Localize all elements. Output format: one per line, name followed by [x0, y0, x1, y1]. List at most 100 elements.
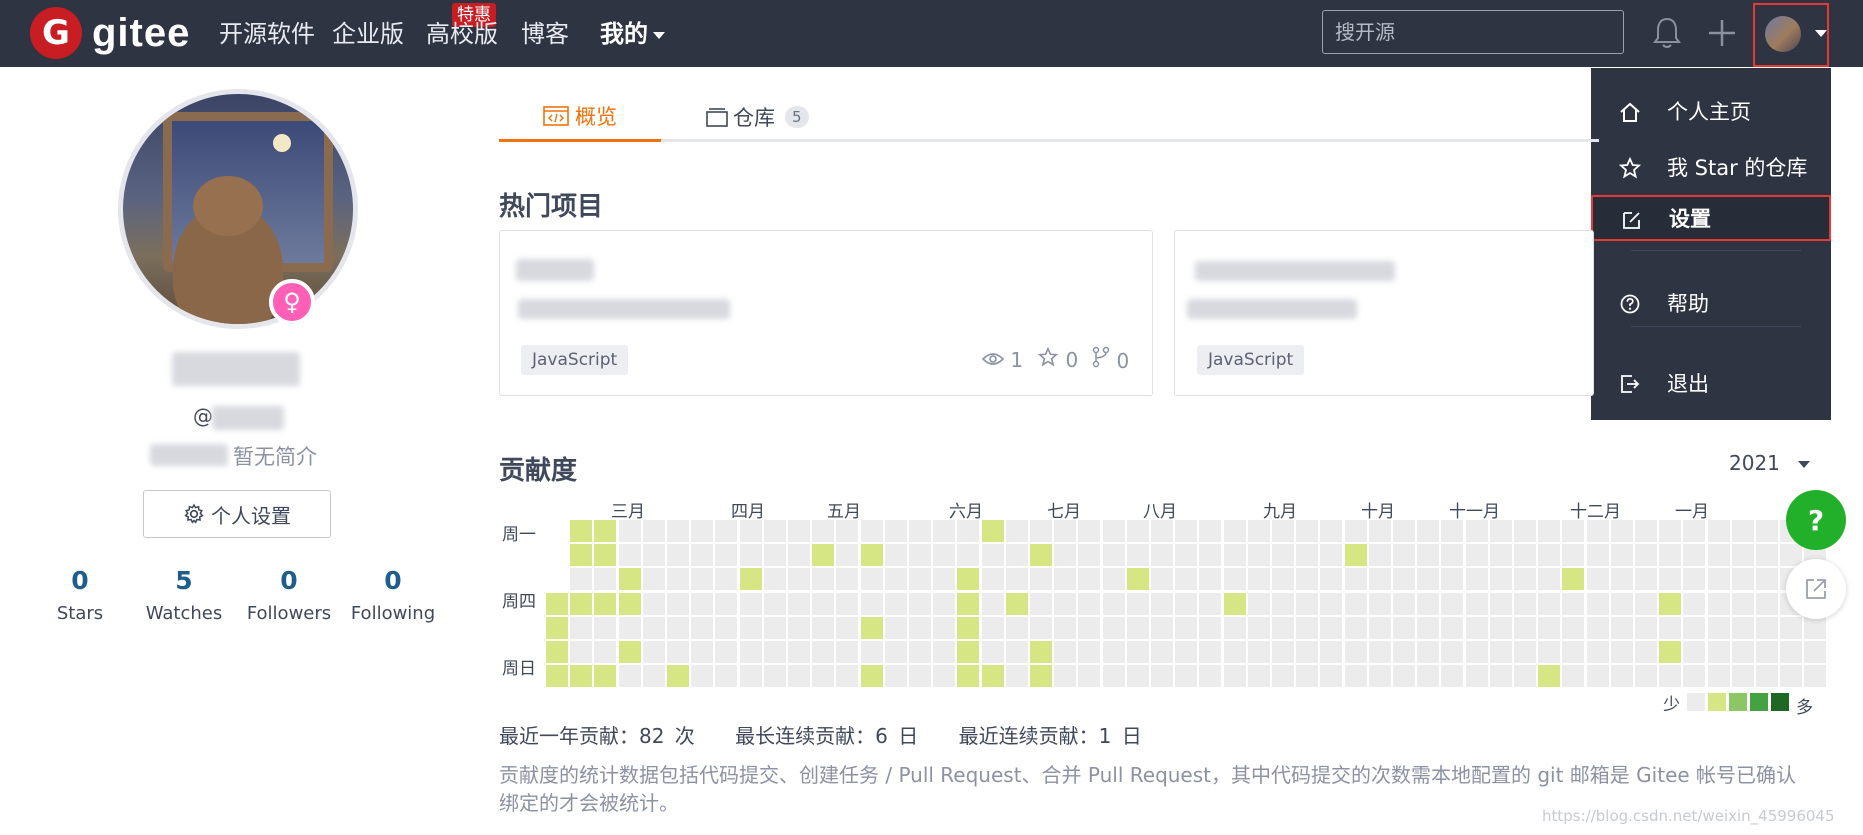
- contribution-cell[interactable]: [1102, 665, 1125, 688]
- contribution-cell[interactable]: [715, 665, 738, 688]
- contribution-cell[interactable]: [1320, 544, 1343, 567]
- stat-followers[interactable]: 0 Followers: [237, 565, 341, 624]
- contribution-cell[interactable]: [1368, 592, 1391, 615]
- contribution-cell[interactable]: [1296, 544, 1319, 567]
- contribution-cell[interactable]: [1756, 616, 1778, 639]
- contribution-cell[interactable]: [1635, 641, 1657, 663]
- contribution-cell[interactable]: [1441, 568, 1464, 591]
- contribution-cell[interactable]: [1344, 568, 1367, 591]
- contribution-cell[interactable]: [1272, 520, 1294, 542]
- contribution-cell[interactable]: [691, 568, 714, 591]
- menu-item-homepage[interactable]: 个人主页: [1591, 86, 1831, 136]
- contribution-cell[interactable]: [836, 665, 859, 688]
- plus-icon[interactable]: [1707, 18, 1737, 48]
- contribution-cell[interactable]: [570, 665, 593, 688]
- contribution-cell[interactable]: [739, 520, 762, 542]
- contribution-cell[interactable]: [1393, 592, 1415, 615]
- contribution-cell[interactable]: [1804, 616, 1827, 639]
- contribution-cell[interactable]: [1102, 592, 1125, 615]
- contribution-cell[interactable]: [1054, 616, 1077, 639]
- contribution-cell[interactable]: [1514, 544, 1536, 567]
- contribution-cell[interactable]: [1102, 568, 1125, 591]
- contribution-cell[interactable]: [1562, 616, 1585, 639]
- contribution-cell[interactable]: [1417, 520, 1440, 542]
- contribution-cell[interactable]: [1175, 641, 1198, 663]
- contribution-cell[interactable]: [933, 665, 956, 688]
- contribution-cell[interactable]: [1175, 544, 1198, 567]
- contribution-cell[interactable]: [763, 544, 786, 567]
- contribution-cell[interactable]: [1126, 544, 1149, 567]
- contribution-cell[interactable]: [691, 665, 714, 688]
- contribution-cell[interactable]: [1005, 544, 1028, 567]
- contribution-cell[interactable]: [1731, 665, 1754, 688]
- contribution-cell[interactable]: [860, 641, 883, 663]
- contribution-cell[interactable]: [1756, 520, 1778, 542]
- contribution-cell[interactable]: [667, 520, 689, 542]
- contribution-cell[interactable]: [1465, 568, 1488, 591]
- project-card[interactable]: JavaScript: [1174, 230, 1594, 396]
- contribution-cell[interactable]: [1102, 520, 1125, 542]
- contribution-cell[interactable]: [1175, 568, 1198, 591]
- contribution-cell[interactable]: [1102, 616, 1125, 639]
- contribution-cell[interactable]: [642, 592, 665, 615]
- contribution-cell[interactable]: [1780, 665, 1803, 688]
- contribution-cell[interactable]: [1223, 616, 1246, 639]
- contribution-cell[interactable]: [884, 520, 907, 542]
- contribution-cell[interactable]: [788, 592, 810, 615]
- contribution-cell[interactable]: [1078, 665, 1101, 688]
- contribution-cell[interactable]: [1005, 592, 1028, 615]
- contribution-cell[interactable]: [1586, 520, 1609, 542]
- contribution-cell[interactable]: [1078, 641, 1101, 663]
- contribution-cell[interactable]: [1247, 568, 1270, 591]
- contribution-cell[interactable]: [1610, 616, 1633, 639]
- contribution-cell[interactable]: [1030, 592, 1052, 615]
- contribution-cell[interactable]: [1030, 616, 1052, 639]
- contribution-cell[interactable]: [546, 616, 568, 639]
- contribution-cell[interactable]: [1538, 544, 1561, 567]
- contribution-cell[interactable]: [933, 544, 956, 567]
- contribution-cell[interactable]: [1441, 641, 1464, 663]
- contribution-cell[interactable]: [642, 616, 665, 639]
- contribution-cell[interactable]: [884, 641, 907, 663]
- contribution-cell[interactable]: [1175, 592, 1198, 615]
- contribution-cell[interactable]: [1465, 616, 1488, 639]
- contribution-cell[interactable]: [1514, 665, 1536, 688]
- contribution-cell[interactable]: [1199, 568, 1222, 591]
- contribution-cell[interactable]: [715, 616, 738, 639]
- contribution-cell[interactable]: [1272, 665, 1294, 688]
- contribution-cell[interactable]: [594, 544, 617, 567]
- contribution-cell[interactable]: [788, 665, 810, 688]
- contribution-cell[interactable]: [1586, 544, 1609, 567]
- contribution-cell[interactable]: [763, 592, 786, 615]
- contribution-cell[interactable]: [1296, 592, 1319, 615]
- tab-repositories[interactable]: 仓库 5: [705, 92, 809, 142]
- contribution-cell[interactable]: [691, 592, 714, 615]
- contribution-cell[interactable]: [1731, 592, 1754, 615]
- contribution-cell[interactable]: [546, 665, 568, 688]
- contribution-cell[interactable]: [1296, 665, 1319, 688]
- contribution-cell[interactable]: [642, 641, 665, 663]
- contribution-cell[interactable]: [1683, 568, 1706, 591]
- contribution-cell[interactable]: [1368, 520, 1391, 542]
- contribution-cell[interactable]: [570, 520, 593, 542]
- contribution-cell[interactable]: [594, 592, 617, 615]
- contribution-cell[interactable]: [1610, 520, 1633, 542]
- contribution-cell[interactable]: [884, 544, 907, 567]
- contribution-cell[interactable]: [1683, 665, 1706, 688]
- contribution-cell[interactable]: [1393, 544, 1415, 567]
- contribution-cell[interactable]: [1659, 665, 1682, 688]
- contribution-cell[interactable]: [1344, 592, 1367, 615]
- contribution-cell[interactable]: [1199, 665, 1222, 688]
- contribution-cell[interactable]: [1247, 544, 1270, 567]
- contribution-cell[interactable]: [1489, 641, 1512, 663]
- nav-blog[interactable]: 博客: [521, 14, 569, 54]
- contribution-cell[interactable]: [909, 544, 931, 567]
- contribution-cell[interactable]: [1126, 592, 1149, 615]
- contribution-cell[interactable]: [860, 616, 883, 639]
- contribution-cell[interactable]: [1731, 544, 1754, 567]
- share-fab-button[interactable]: [1786, 559, 1846, 619]
- contribution-cell[interactable]: [1054, 592, 1077, 615]
- contribution-cell[interactable]: [1320, 568, 1343, 591]
- contribution-cell[interactable]: [884, 592, 907, 615]
- contribution-cell[interactable]: [788, 641, 810, 663]
